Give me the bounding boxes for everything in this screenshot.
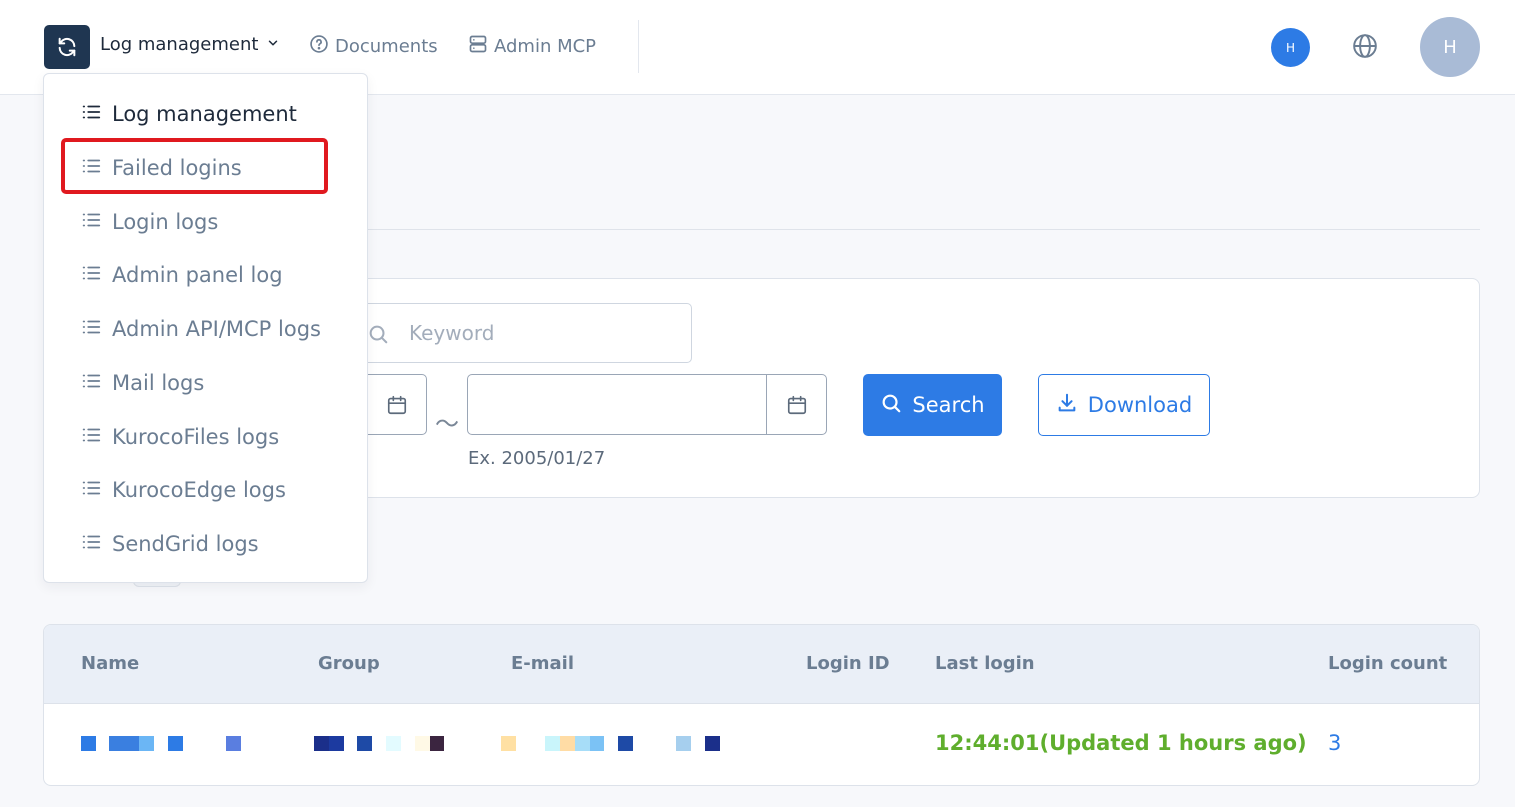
menu-item-login-logs[interactable]: Login logs xyxy=(80,207,218,237)
download-icon xyxy=(1056,392,1078,419)
keyword-placeholder: Keyword xyxy=(409,321,495,345)
admin-mcp-label: Admin MCP xyxy=(494,36,597,57)
menu-item-label: Login logs xyxy=(112,210,219,234)
list-icon xyxy=(80,531,102,558)
user-avatar[interactable]: H xyxy=(1420,17,1480,77)
log-management-menu[interactable]: Log management xyxy=(100,34,280,55)
menu-item-admin-panel-log[interactable]: Admin panel log xyxy=(80,260,283,290)
header-divider xyxy=(638,20,639,73)
menu-item-kurocoedge-logs[interactable]: KurocoEdge logs xyxy=(80,475,286,505)
column-header-group[interactable]: Group xyxy=(318,653,380,674)
menu-item-label: Mail logs xyxy=(112,371,205,395)
column-header-login-id[interactable]: Login ID xyxy=(806,653,890,674)
menu-item-kurocofiles-logs[interactable]: KurocoFiles logs xyxy=(80,422,279,452)
calendar-icon[interactable] xyxy=(766,375,826,434)
documents-link[interactable]: Documents xyxy=(309,34,438,59)
column-header-name[interactable]: Name xyxy=(81,653,139,674)
search-icon xyxy=(880,392,902,419)
date-separator: ～ xyxy=(435,410,459,438)
user-avatar-small[interactable]: H xyxy=(1271,28,1310,67)
admin-mcp-link[interactable]: Admin MCP xyxy=(468,34,596,59)
column-header-login-count[interactable]: Login count xyxy=(1328,653,1447,674)
download-button[interactable]: Download xyxy=(1038,374,1210,436)
menu-item-label: KurocoFiles logs xyxy=(112,425,280,449)
list-icon xyxy=(80,477,102,504)
menu-item-sendgrid-logs[interactable]: SendGrid logs xyxy=(80,529,259,559)
failed-logins-highlight xyxy=(61,138,328,194)
list-icon xyxy=(80,370,102,397)
menu-item-label: Log management xyxy=(112,102,297,126)
search-button[interactable]: Search xyxy=(863,374,1002,436)
list-icon xyxy=(80,316,102,343)
download-button-label: Download xyxy=(1087,393,1193,417)
date-format-hint: Ex. 2005/01/27 xyxy=(468,448,606,469)
chevron-down-icon xyxy=(266,34,280,55)
search-icon xyxy=(367,323,389,345)
menu-item-mail-logs[interactable]: Mail logs xyxy=(80,368,204,398)
refresh-icon[interactable] xyxy=(44,25,90,69)
search-button-label: Search xyxy=(912,393,985,417)
list-icon xyxy=(80,101,102,128)
column-header-email[interactable]: E-mail xyxy=(511,653,574,674)
list-icon xyxy=(80,424,102,451)
globe-icon[interactable] xyxy=(1352,33,1378,59)
calendar-icon[interactable] xyxy=(366,375,426,434)
date-to-input[interactable] xyxy=(467,374,827,435)
keyword-input[interactable]: Keyword xyxy=(348,303,692,363)
menu-label: Log management xyxy=(100,34,259,55)
list-icon xyxy=(80,209,102,236)
login-table: Name Group E-mail Login ID Last login Lo… xyxy=(43,624,1480,786)
menu-item-label: Admin API/MCP logs xyxy=(112,317,321,341)
table-header: Name Group E-mail Login ID Last login Lo… xyxy=(44,625,1479,704)
column-header-last-login[interactable]: Last login xyxy=(935,653,1035,674)
menu-item-log-management[interactable]: Log management xyxy=(80,99,297,129)
menu-item-label: KurocoEdge logs xyxy=(112,478,286,502)
list-icon xyxy=(80,262,102,289)
help-circle-icon xyxy=(309,34,329,59)
menu-item-admin-api-mcp-logs[interactable]: Admin API/MCP logs xyxy=(80,314,321,344)
login-count-link[interactable]: 3 xyxy=(1328,731,1341,755)
menu-item-label: Admin panel log xyxy=(112,263,283,287)
menu-item-label: SendGrid logs xyxy=(112,532,259,556)
documents-label: Documents xyxy=(335,36,438,57)
last-login-value: 12:44:01(Updated 1 hours ago) xyxy=(935,731,1307,755)
server-icon xyxy=(468,34,488,59)
